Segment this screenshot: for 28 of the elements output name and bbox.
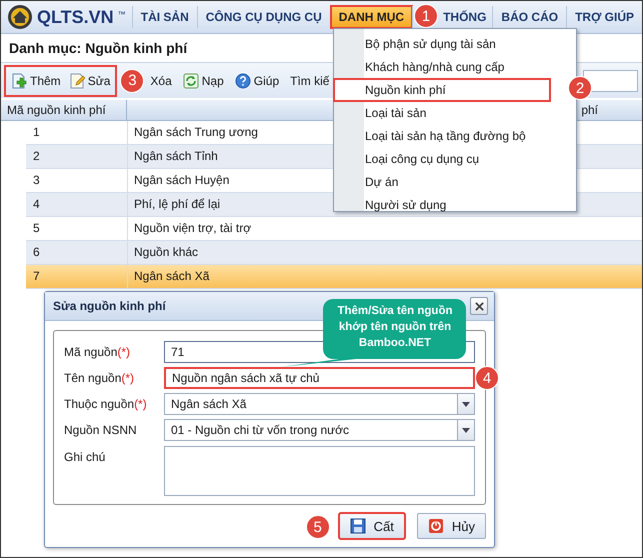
step-badge: 2 [568, 76, 592, 100]
table-cell-text: Ngân sách Trung ương [133, 124, 259, 141]
step-badge: 1 [414, 4, 438, 28]
table-cell: 2 [26, 145, 128, 168]
step-badge: 4 [475, 366, 499, 390]
table-cell: 7 [26, 265, 128, 288]
search-label: Tìm kiế [290, 74, 330, 88]
step-badge: 3 [120, 68, 144, 92]
table-cell: 3 [26, 169, 128, 192]
field-label: Ghi chú [64, 449, 106, 466]
trademark-mark: ™ [118, 10, 126, 19]
dialog-title: Sửa nguồn kinh phí [53, 299, 166, 313]
table-cell-text: Nguồn viện trợ, tài trợ [133, 220, 252, 237]
table-cell-text: Phí, lệ phí để lại [133, 196, 222, 213]
table-cell: 1 [26, 121, 128, 144]
table-cell: 5 [26, 217, 128, 240]
field-label: Thuộc nguồn(*) [64, 396, 148, 413]
field-label: Tên nguồn(*) [64, 370, 136, 387]
field-label: Nguồn NSNN [64, 422, 138, 439]
field-label: Mã nguồn(*) [64, 344, 132, 361]
table-cell: 4 [26, 193, 128, 216]
table-cell-text: Ngân sách Huyện [133, 172, 230, 189]
logo-text: QLTS.VN [37, 6, 114, 28]
table-cell: 6 [26, 241, 128, 264]
step-badge: 5 [306, 515, 330, 539]
table-cell-text: Ngân sách Tỉnh [133, 148, 219, 165]
table-cell-text: Ngân sách Xã [133, 268, 210, 285]
table-cell-text: Nguồn khác [133, 244, 200, 261]
